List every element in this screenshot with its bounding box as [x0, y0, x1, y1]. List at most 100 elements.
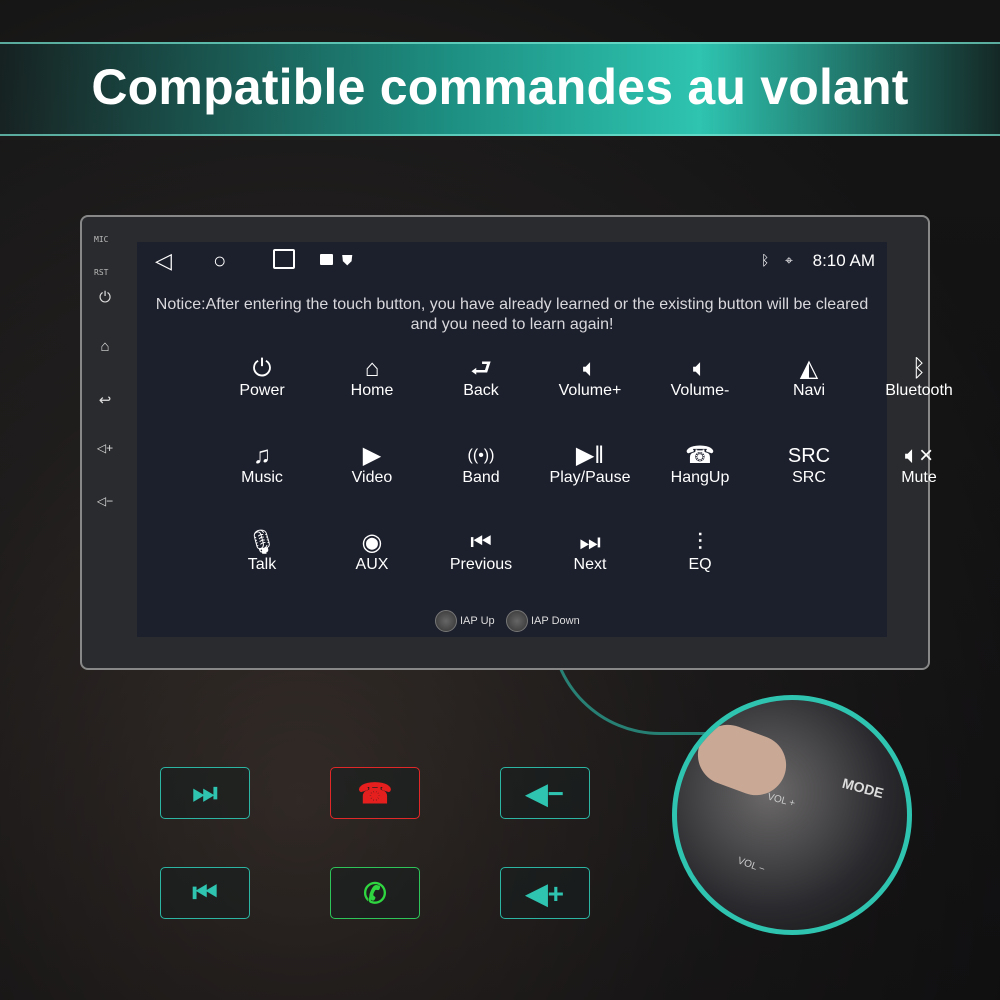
button-src[interactable]: SRC SRC: [756, 441, 862, 487]
location-icon: ⌖: [785, 252, 793, 268]
banner-title: Compatible commandes au volant: [91, 59, 909, 115]
button-play-pause[interactable]: ▶‖ Play/Pause: [537, 441, 643, 487]
volume-down-key: ◀−: [500, 767, 590, 819]
button-label: Power: [239, 382, 285, 399]
src-icon: SRC: [787, 445, 831, 467]
mic-label: MIC: [94, 235, 109, 244]
button-home[interactable]: ⌂ Home: [319, 354, 425, 400]
title-banner: Compatible commandes au volant: [0, 42, 1000, 136]
vol-down-label: VOL −: [735, 855, 767, 876]
volume-icon: 🔈︎: [582, 355, 598, 382]
clock: 8:10 AM: [812, 251, 875, 270]
button-label: EQ: [688, 556, 712, 573]
notice-text: Notice:After entering the touch button, …: [155, 296, 869, 333]
previous-track-icon: ⏮︎: [192, 876, 218, 908]
button-volume[interactable]: 🔈︎ Volume-: [647, 354, 753, 400]
home-circle-icon[interactable]: ○: [213, 248, 226, 274]
bluetooth-icon: ᛒ: [761, 252, 770, 268]
power-icon[interactable]: ⏻: [94, 289, 116, 306]
volume-up-icon: ◀+: [526, 877, 564, 909]
button-band[interactable]: ((•)) Band: [428, 441, 534, 487]
music-icon: ♫: [253, 442, 271, 469]
volume-up-key: ◀+: [500, 867, 590, 919]
rst-label[interactable]: RST: [94, 268, 108, 277]
hang-up-key: ☎: [330, 767, 420, 819]
eq-icon: ⫶: [697, 529, 703, 556]
iap-up-indicator-icon: [435, 610, 457, 632]
next-track-key: ⏭︎: [160, 767, 250, 819]
button-hangup[interactable]: ☎ HangUp: [647, 441, 753, 487]
button-previous[interactable]: ⏮︎ Previous: [428, 528, 534, 574]
button-power[interactable]: ⏻ Power: [209, 354, 315, 400]
button-label: Talk: [247, 556, 277, 573]
mute-icon: 🔈︎×: [904, 442, 934, 469]
button-label: Previous: [449, 556, 513, 573]
button-label: Band: [462, 469, 500, 486]
button-navi[interactable]: ◭ Navi: [756, 354, 862, 400]
answer-call-icon: ✆: [363, 877, 387, 909]
volume-down-icon[interactable]: ◁−: [94, 494, 116, 508]
side-panel: MIC RST ⏻ ⌂ ↩ ◁+ ◁−: [82, 217, 137, 668]
aux-icon: ◉: [361, 529, 383, 556]
iap-up-label: IAP Up: [460, 615, 495, 627]
answer-call-key: ✆: [330, 867, 420, 919]
button-volume[interactable]: 🔈︎ Volume+: [537, 354, 643, 400]
home-icon[interactable]: ⌂: [94, 338, 116, 355]
previous-icon: ⏮︎: [470, 529, 492, 556]
button-label: AUX: [355, 556, 389, 573]
previous-track-key: ⏮︎: [160, 867, 250, 919]
next-icon: ⏭︎: [579, 529, 601, 556]
image-icon: [320, 254, 333, 265]
shield-icon: ⛊: [342, 252, 353, 268]
back-triangle-icon[interactable]: ◁: [155, 248, 172, 274]
button-label: Back: [463, 382, 499, 399]
iap-down-button[interactable]: IAP Down: [506, 610, 580, 632]
play-pause-icon: ▶‖: [575, 442, 605, 469]
button-label: Home: [350, 382, 394, 399]
recents-square-icon[interactable]: [273, 249, 295, 269]
button-bluetooth[interactable]: ᛒ Bluetooth: [866, 354, 972, 400]
head-unit: MIC RST ⏻ ⌂ ↩ ◁+ ◁− ◁ ○ ⛊ ᛒ ⌖ 8:10 AM No…: [80, 215, 953, 670]
button-label: Navi: [792, 382, 825, 399]
button-back[interactable]: ⮐ Back: [428, 354, 534, 400]
volume-icon: 🔈︎: [692, 355, 708, 382]
back-icon: ⮐: [470, 355, 492, 382]
power-icon: ⏻: [252, 355, 272, 382]
iap-down-label: IAP Down: [531, 615, 580, 627]
button-talk[interactable]: 🎙︎ Talk: [209, 528, 315, 574]
button-music[interactable]: ♫ Music: [209, 441, 315, 487]
back-icon[interactable]: ↩: [94, 391, 116, 409]
steering-wheel-closeup: MODE VOL + VOL −: [672, 695, 912, 935]
screen: ◁ ○ ⛊ ᛒ ⌖ 8:10 AM Notice:After entering …: [137, 242, 953, 637]
button-label: Volume-: [670, 382, 730, 399]
button-next[interactable]: ⏭︎ Next: [537, 528, 643, 574]
button-label: Music: [241, 469, 283, 486]
status-bar: ◁ ○ ⛊ ᛒ ⌖ 8:10 AM: [137, 242, 887, 282]
volume-down-icon: ◀−: [526, 777, 564, 809]
vol-up-label: VOL +: [766, 791, 797, 810]
button-video[interactable]: ▶ Video: [319, 441, 425, 487]
band-icon: ((•)): [467, 447, 495, 464]
button-aux[interactable]: ◉ AUX: [319, 528, 425, 574]
button-mute[interactable]: 🔈︎× Mute: [866, 441, 972, 487]
button-eq[interactable]: ⫶ EQ: [647, 528, 753, 574]
volume-up-icon[interactable]: ◁+: [94, 441, 116, 455]
video-icon: ▶: [362, 442, 382, 469]
button-label: Next: [573, 556, 607, 573]
button-label: Play/Pause: [549, 469, 631, 486]
button-label: Video: [351, 469, 393, 486]
iap-down-indicator-icon: [506, 610, 528, 632]
button-label: SRC: [792, 469, 826, 486]
talk-icon: 🎙︎: [246, 529, 278, 556]
home-icon: ⌂: [364, 355, 380, 382]
button-label: HangUp: [670, 469, 730, 486]
mode-label: MODE: [840, 774, 886, 802]
button-label: Volume+: [558, 382, 622, 399]
iap-up-button[interactable]: IAP Up: [435, 610, 495, 632]
button-label: Mute: [901, 469, 937, 486]
hangup-icon: ☎: [685, 442, 715, 469]
bluetooth-icon: ᛒ: [911, 355, 927, 382]
hang-up-icon: ☎: [357, 777, 393, 809]
next-track-icon: ⏭︎: [192, 776, 218, 808]
button-label: Bluetooth: [885, 382, 953, 399]
